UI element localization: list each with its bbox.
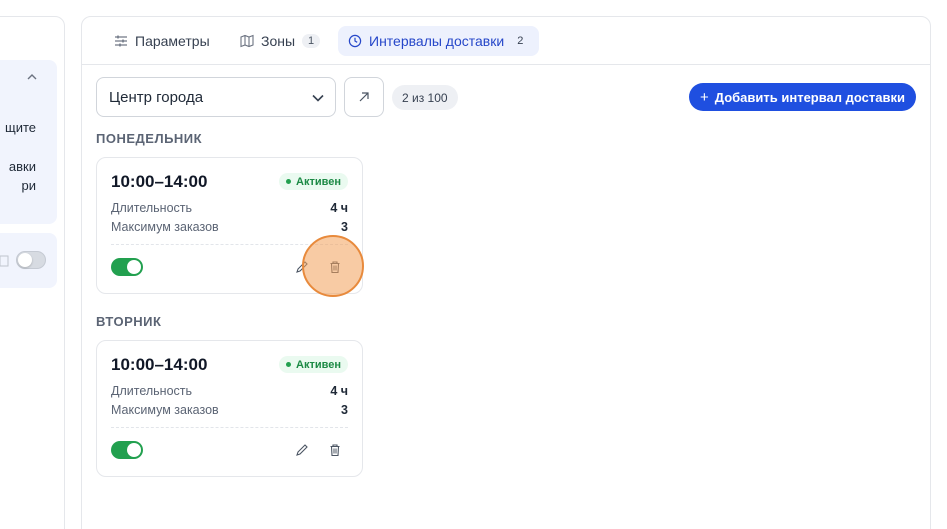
pencil-icon[interactable] bbox=[295, 443, 309, 457]
status-text: Активен bbox=[296, 175, 341, 188]
divider bbox=[111, 427, 348, 428]
duration-value: 4 ч bbox=[330, 384, 348, 398]
chevron-down-icon bbox=[312, 94, 324, 102]
tab-label: Интервалы доставки bbox=[369, 33, 505, 49]
interval-toggle[interactable] bbox=[111, 441, 143, 459]
tab-count-badge: 2 bbox=[517, 35, 524, 47]
main-panel: Параметры Зоны 1 Интервалы доставки 2 Це… bbox=[81, 16, 931, 529]
zone-select[interactable]: Центр города bbox=[96, 77, 336, 117]
duration-value: 4 ч bbox=[330, 201, 348, 215]
left-panel: щите авки ри bbox=[0, 16, 65, 529]
click-highlight bbox=[302, 235, 364, 297]
tab-delivery-intervals[interactable]: Интервалы доставки 2 bbox=[338, 26, 540, 56]
max-orders-label: Максимум заказов bbox=[111, 403, 219, 417]
add-interval-button[interactable]: + Добавить интервал доставки bbox=[689, 83, 916, 111]
zone-select-value: Центр города bbox=[109, 88, 204, 106]
arrow-up-right-icon bbox=[359, 92, 369, 102]
left-settings-card: щите авки ри bbox=[0, 60, 57, 224]
max-orders-label: Максимум заказов bbox=[111, 220, 219, 234]
tab-label: Зоны bbox=[261, 33, 296, 49]
interval-toggle[interactable] bbox=[111, 258, 143, 276]
status-badge: Активен bbox=[279, 356, 348, 373]
duration-row: Длительность 4 ч bbox=[111, 201, 348, 215]
sliders-icon bbox=[115, 35, 127, 47]
interval-counter: 2 из 100 bbox=[392, 85, 458, 110]
max-orders-row: Максимум заказов 3 bbox=[111, 220, 348, 234]
max-orders-value: 3 bbox=[341, 403, 348, 417]
left-text-line: щите bbox=[5, 120, 36, 135]
status-dot-icon bbox=[286, 362, 292, 367]
max-orders-row: Максимум заказов 3 bbox=[111, 403, 348, 417]
plus-icon: + bbox=[700, 88, 709, 106]
clock-icon bbox=[348, 34, 362, 48]
tab-zones[interactable]: Зоны 1 bbox=[230, 26, 330, 56]
tab-bar: Параметры Зоны 1 Интервалы доставки 2 bbox=[82, 17, 930, 65]
duration-row: Длительность 4 ч bbox=[111, 384, 348, 398]
left-toggle-card bbox=[0, 233, 57, 288]
day-label-monday: ПОНЕДЕЛЬНИК bbox=[96, 131, 203, 146]
left-text-line: авки bbox=[8, 159, 36, 174]
status-dot-icon bbox=[286, 179, 292, 184]
day-label-tuesday: ВТОРНИК bbox=[96, 314, 162, 329]
tab-count-badge: 1 bbox=[302, 34, 321, 48]
max-orders-value: 3 bbox=[341, 220, 348, 234]
interval-card: 10:00–14:00 Активен Длительность 4 ч Мак… bbox=[96, 340, 363, 477]
interval-time: 10:00–14:00 bbox=[111, 355, 208, 374]
open-zone-button[interactable] bbox=[344, 77, 384, 117]
add-interval-label: Добавить интервал доставки bbox=[714, 89, 905, 105]
duration-label: Длительность bbox=[111, 201, 193, 215]
tab-parameters[interactable]: Параметры bbox=[104, 26, 220, 56]
left-toggle[interactable] bbox=[16, 251, 46, 269]
left-text-line: ри bbox=[21, 178, 37, 193]
trash-icon[interactable] bbox=[328, 443, 342, 457]
trash-icon[interactable] bbox=[0, 253, 9, 267]
status-badge: Активен bbox=[279, 173, 348, 190]
interval-time: 10:00–14:00 bbox=[111, 172, 208, 191]
map-icon bbox=[240, 34, 254, 48]
status-text: Активен bbox=[296, 358, 341, 371]
chevron-up-icon[interactable] bbox=[27, 72, 37, 82]
duration-label: Длительность bbox=[111, 384, 193, 398]
tab-label: Параметры bbox=[135, 33, 210, 49]
